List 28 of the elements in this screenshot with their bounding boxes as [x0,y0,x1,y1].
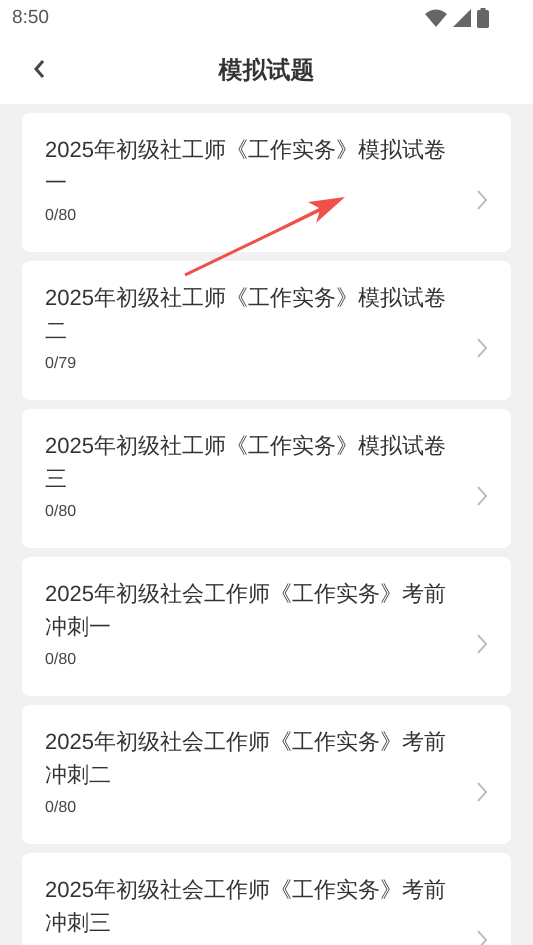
chevron-icon [475,484,489,506]
exam-title: 2025年初级社会工作师《工作实务》考前冲刺二 [45,728,447,789]
battery-icon [477,8,489,28]
exam-title: 2025年初级社会工作师《工作实务》考前冲刺一 [45,580,447,641]
exam-card[interactable]: 2025年初级社会工作师《工作实务》考前冲刺三 [22,853,511,945]
progress-count: 0/79 [45,355,78,373]
exam-card[interactable]: 2025年初级社工师《工作实务》模拟试卷三 0/80 [22,409,511,548]
chevron-icon [475,632,489,654]
exam-card[interactable]: 2025年初级社工师《工作实务》模拟试卷一 0/80 [22,113,511,252]
exam-title: 2025年初级社工师《工作实务》模拟试卷一 [45,136,447,197]
wifi-icon [425,8,447,26]
status-time: 8:50 [12,6,49,28]
exam-title: 2025年初级社会工作师《工作实务》考前冲刺三 [45,876,447,937]
exam-card[interactable]: 2025年初级社会工作师《工作实务》考前冲刺二 0/80 [22,705,511,844]
progress-count: 0/80 [45,503,78,521]
chevron-icon [475,780,489,802]
signal-icon [453,8,471,26]
chevron-icon [475,928,489,945]
exam-card[interactable]: 2025年初级社会工作师《工作实务》考前冲刺一 0/80 [22,557,511,696]
exam-card[interactable]: 2025年初级社工师《工作实务》模拟试卷二 0/79 [22,261,511,400]
page-title: 模拟试题 [218,56,314,86]
progress-count: 0/80 [45,799,78,817]
chevron-icon [475,188,489,210]
exam-title: 2025年初级社工师《工作实务》模拟试卷二 [45,284,447,345]
progress-count: 0/80 [45,207,78,225]
chevron-icon [475,336,489,358]
exam-title: 2025年初级社工师《工作实务》模拟试卷三 [45,432,447,493]
progress-count: 0/80 [45,651,78,669]
